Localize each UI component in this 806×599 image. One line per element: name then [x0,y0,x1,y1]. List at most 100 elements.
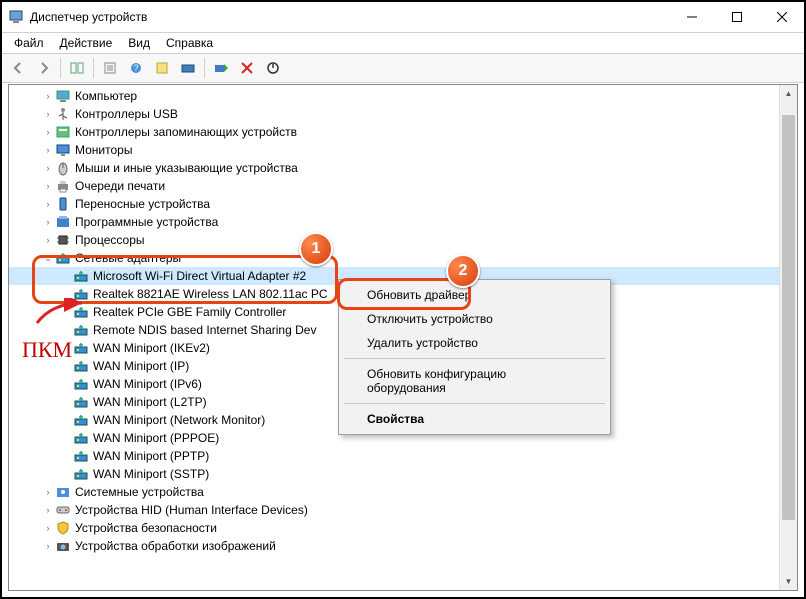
chevron-right-icon[interactable]: › [41,107,55,121]
chevron-right-icon[interactable]: › [41,215,55,229]
tree-item-label: Мониторы [75,143,132,157]
tree-item[interactable]: › Контроллеры USB [9,105,797,123]
tree-item-label: Устройства обработки изображений [75,539,276,553]
scroll-down-arrow-icon[interactable]: ▼ [780,573,797,590]
chevron-right-icon[interactable]: › [41,503,55,517]
scrollbar-thumb[interactable] [782,115,795,520]
tree-item-label: Realtek PCIe GBE Family Controller [93,305,286,319]
chevron-right-icon[interactable]: › [41,89,55,103]
chevron-right-icon[interactable]: › [41,125,55,139]
tree-item[interactable]: › Устройства обработки изображений [9,537,797,555]
chevron-right-icon[interactable]: › [41,539,55,553]
net-icon [73,268,89,284]
cm-update-driver[interactable]: Обновить драйвер [342,283,607,307]
back-button[interactable] [6,56,30,80]
vertical-scrollbar[interactable]: ▲ ▼ [779,85,797,590]
net-icon [73,304,89,320]
tree-item-label: Процессоры [75,233,145,247]
expander-spacer [59,413,73,427]
net-icon [73,412,89,428]
cm-uninstall-device[interactable]: Удалить устройство [342,331,607,355]
chevron-right-icon[interactable]: › [41,143,55,157]
tree-item[interactable]: ›Компьютер [9,87,797,105]
tree-item[interactable]: ›Мыши и иные указывающие устройства [9,159,797,177]
window-controls [669,2,804,32]
close-button[interactable] [759,2,804,32]
tree-item[interactable]: ›Устройства HID (Human Interface Devices… [9,501,797,519]
tree-item[interactable]: ›Устройства безопасности [9,519,797,537]
svg-text:?: ? [133,63,138,73]
menu-view[interactable]: Вид [120,35,158,51]
printer-icon [55,178,71,194]
tree-item-label: Контроллеры USB [75,107,178,121]
tree-item-label: Сетевые адаптеры [75,251,181,265]
tree-item[interactable]: ›Программные устройства [9,213,797,231]
menu-action[interactable]: Действие [52,35,121,51]
chevron-right-icon[interactable]: › [41,233,55,247]
tree-item-label: WAN Miniport (SSTP) [93,467,209,481]
tree-item-label: WAN Miniport (IP) [93,359,189,373]
scroll-up-arrow-icon[interactable]: ▲ [780,85,797,102]
net-icon [73,322,89,338]
expander-spacer [59,269,73,283]
mouse-icon [55,160,71,176]
refresh-button[interactable] [150,56,174,80]
properties-button[interactable] [98,56,122,80]
tree-item[interactable]: WAN Miniport (PPTP) [9,447,797,465]
menubar: Файл Действие Вид Справка [2,33,804,53]
tree-item-label: Remote NDIS based Internet Sharing Dev [93,323,316,337]
expander-spacer [59,287,73,301]
expander-spacer [59,449,73,463]
chevron-right-icon[interactable]: › [41,197,55,211]
tree-item-label: WAN Miniport (IPv6) [93,377,202,391]
tree-item[interactable]: ⌄ Сетевые адаптеры [9,249,797,267]
monitor-icon [55,142,71,158]
uninstall-button[interactable] [235,56,259,80]
tree-item-label: Microsoft Wi-Fi Direct Virtual Adapter #… [93,269,306,283]
system-icon [55,484,71,500]
help-button[interactable]: ? [124,56,148,80]
toolbar-separator [93,58,94,78]
show-hide-button[interactable] [65,56,89,80]
disable-button[interactable] [261,56,285,80]
expander-spacer [59,341,73,355]
tree-item[interactable]: WAN Miniport (SSTP) [9,465,797,483]
security-icon [55,520,71,536]
tree-item[interactable]: › Процессоры [9,231,797,249]
tree-item[interactable]: ›Переносные устройства [9,195,797,213]
chevron-down-icon[interactable]: ⌄ [41,251,55,265]
cm-scan-hardware[interactable]: Обновить конфигурацию оборудования [342,362,607,400]
cm-separator [344,358,605,359]
cm-disable-device[interactable]: Отключить устройство [342,307,607,331]
net-icon [73,430,89,446]
expander-spacer [59,323,73,337]
scan-button[interactable] [176,56,200,80]
menu-file[interactable]: Файл [6,35,52,51]
toolbar-separator [60,58,61,78]
maximize-button[interactable] [714,2,759,32]
menu-help[interactable]: Справка [158,35,221,51]
toolbar: ? [2,53,804,83]
update-driver-button[interactable] [209,56,233,80]
net-icon [55,250,71,266]
expander-spacer [59,305,73,319]
tree-item-label: Realtek 8821AE Wireless LAN 802.11ac PC [93,287,328,301]
tree-item[interactable]: ›Системные устройства [9,483,797,501]
forward-button[interactable] [32,56,56,80]
expander-spacer [59,431,73,445]
expander-spacer [59,359,73,373]
tree-item-label: WAN Miniport (L2TP) [93,395,207,409]
tree-item[interactable]: ›Очереди печати [9,177,797,195]
cm-properties[interactable]: Свойства [342,407,607,431]
imaging-icon [55,538,71,554]
tree-item-label: WAN Miniport (IKEv2) [93,341,210,355]
minimize-button[interactable] [669,2,714,32]
tree-item-label: Контроллеры запоминающих устройств [75,125,297,139]
chevron-right-icon[interactable]: › [41,521,55,535]
chevron-right-icon[interactable]: › [41,161,55,175]
chevron-right-icon[interactable]: › [41,179,55,193]
chevron-right-icon[interactable]: › [41,485,55,499]
tree-item[interactable]: › Мониторы [9,141,797,159]
usb-icon [55,106,71,122]
tree-item[interactable]: › Контроллеры запоминающих устройств [9,123,797,141]
